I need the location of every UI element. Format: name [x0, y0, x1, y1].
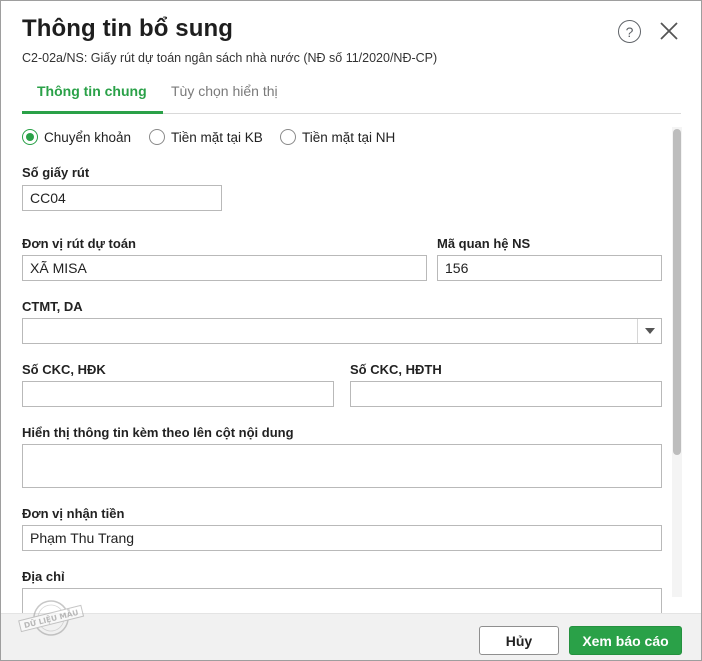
vertical-scrollbar[interactable] — [672, 127, 682, 597]
withdrawal-number-input[interactable] — [22, 185, 222, 211]
ckc-hdk-input[interactable] — [22, 381, 334, 407]
program-project-combo[interactable] — [22, 318, 662, 344]
payee-input[interactable] — [22, 525, 662, 551]
dialog-title: Thông tin bổ sung — [22, 15, 233, 42]
budget-relation-code-label: Mã quan hệ NS — [437, 236, 531, 251]
address-input[interactable] — [22, 588, 662, 614]
address-label: Địa chỉ — [22, 569, 65, 584]
dialog-footer: Hủy Xem báo cáo — [1, 613, 701, 660]
ckc-hdth-label: Số CKC, HĐTH — [350, 362, 442, 377]
additional-info-dialog: Thông tin bổ sung C2-02a/NS: Giấy rút dự… — [0, 0, 702, 661]
extra-info-textarea[interactable] — [22, 444, 662, 488]
radio-cash-kb[interactable]: Tiền mặt tại KB — [149, 129, 263, 145]
radio-transfer[interactable]: Chuyển khoản — [22, 129, 131, 145]
radio-unchecked-icon — [280, 129, 296, 145]
radio-checked-icon — [22, 129, 38, 145]
budget-unit-label: Đơn vị rút dự toán — [22, 236, 136, 251]
chevron-down-icon — [644, 328, 655, 334]
help-icon[interactable]: ? — [618, 20, 641, 43]
budget-unit-input[interactable] — [22, 255, 427, 281]
dropdown-button[interactable] — [637, 319, 661, 343]
radio-unchecked-icon — [149, 129, 165, 145]
ckc-hdth-input[interactable] — [350, 381, 662, 407]
program-project-label: CTMT, DA — [22, 299, 83, 314]
radio-cash-nh-label: Tiền mặt tại NH — [302, 129, 396, 145]
radio-cash-nh[interactable]: Tiền mặt tại NH — [280, 129, 395, 145]
cancel-button[interactable]: Hủy — [479, 626, 559, 655]
close-x-glyph — [660, 22, 678, 40]
extra-info-label: Hiển thị thông tin kèm theo lên cột nội … — [22, 425, 294, 440]
tab-display-options[interactable]: Tùy chọn hiển thị — [171, 83, 278, 113]
view-report-button[interactable]: Xem báo cáo — [569, 626, 682, 655]
dialog-subtitle: C2-02a/NS: Giấy rút dự toán ngân sách nh… — [22, 51, 438, 65]
payee-label: Đơn vị nhận tiền — [22, 506, 125, 521]
ckc-hdk-label: Số CKC, HĐK — [22, 362, 106, 377]
tab-general-info[interactable]: Thông tin chung — [22, 83, 163, 114]
tab-bar: Thông tin chung Tùy chọn hiển thị — [22, 77, 681, 114]
withdrawal-number-label: Số giấy rút — [22, 165, 90, 180]
scrollbar-thumb[interactable] — [673, 129, 681, 455]
budget-relation-code-input[interactable] — [437, 255, 662, 281]
close-icon[interactable] — [657, 19, 681, 43]
radio-transfer-label: Chuyển khoản — [44, 129, 132, 145]
radio-cash-kb-label: Tiền mặt tại KB — [171, 129, 263, 145]
